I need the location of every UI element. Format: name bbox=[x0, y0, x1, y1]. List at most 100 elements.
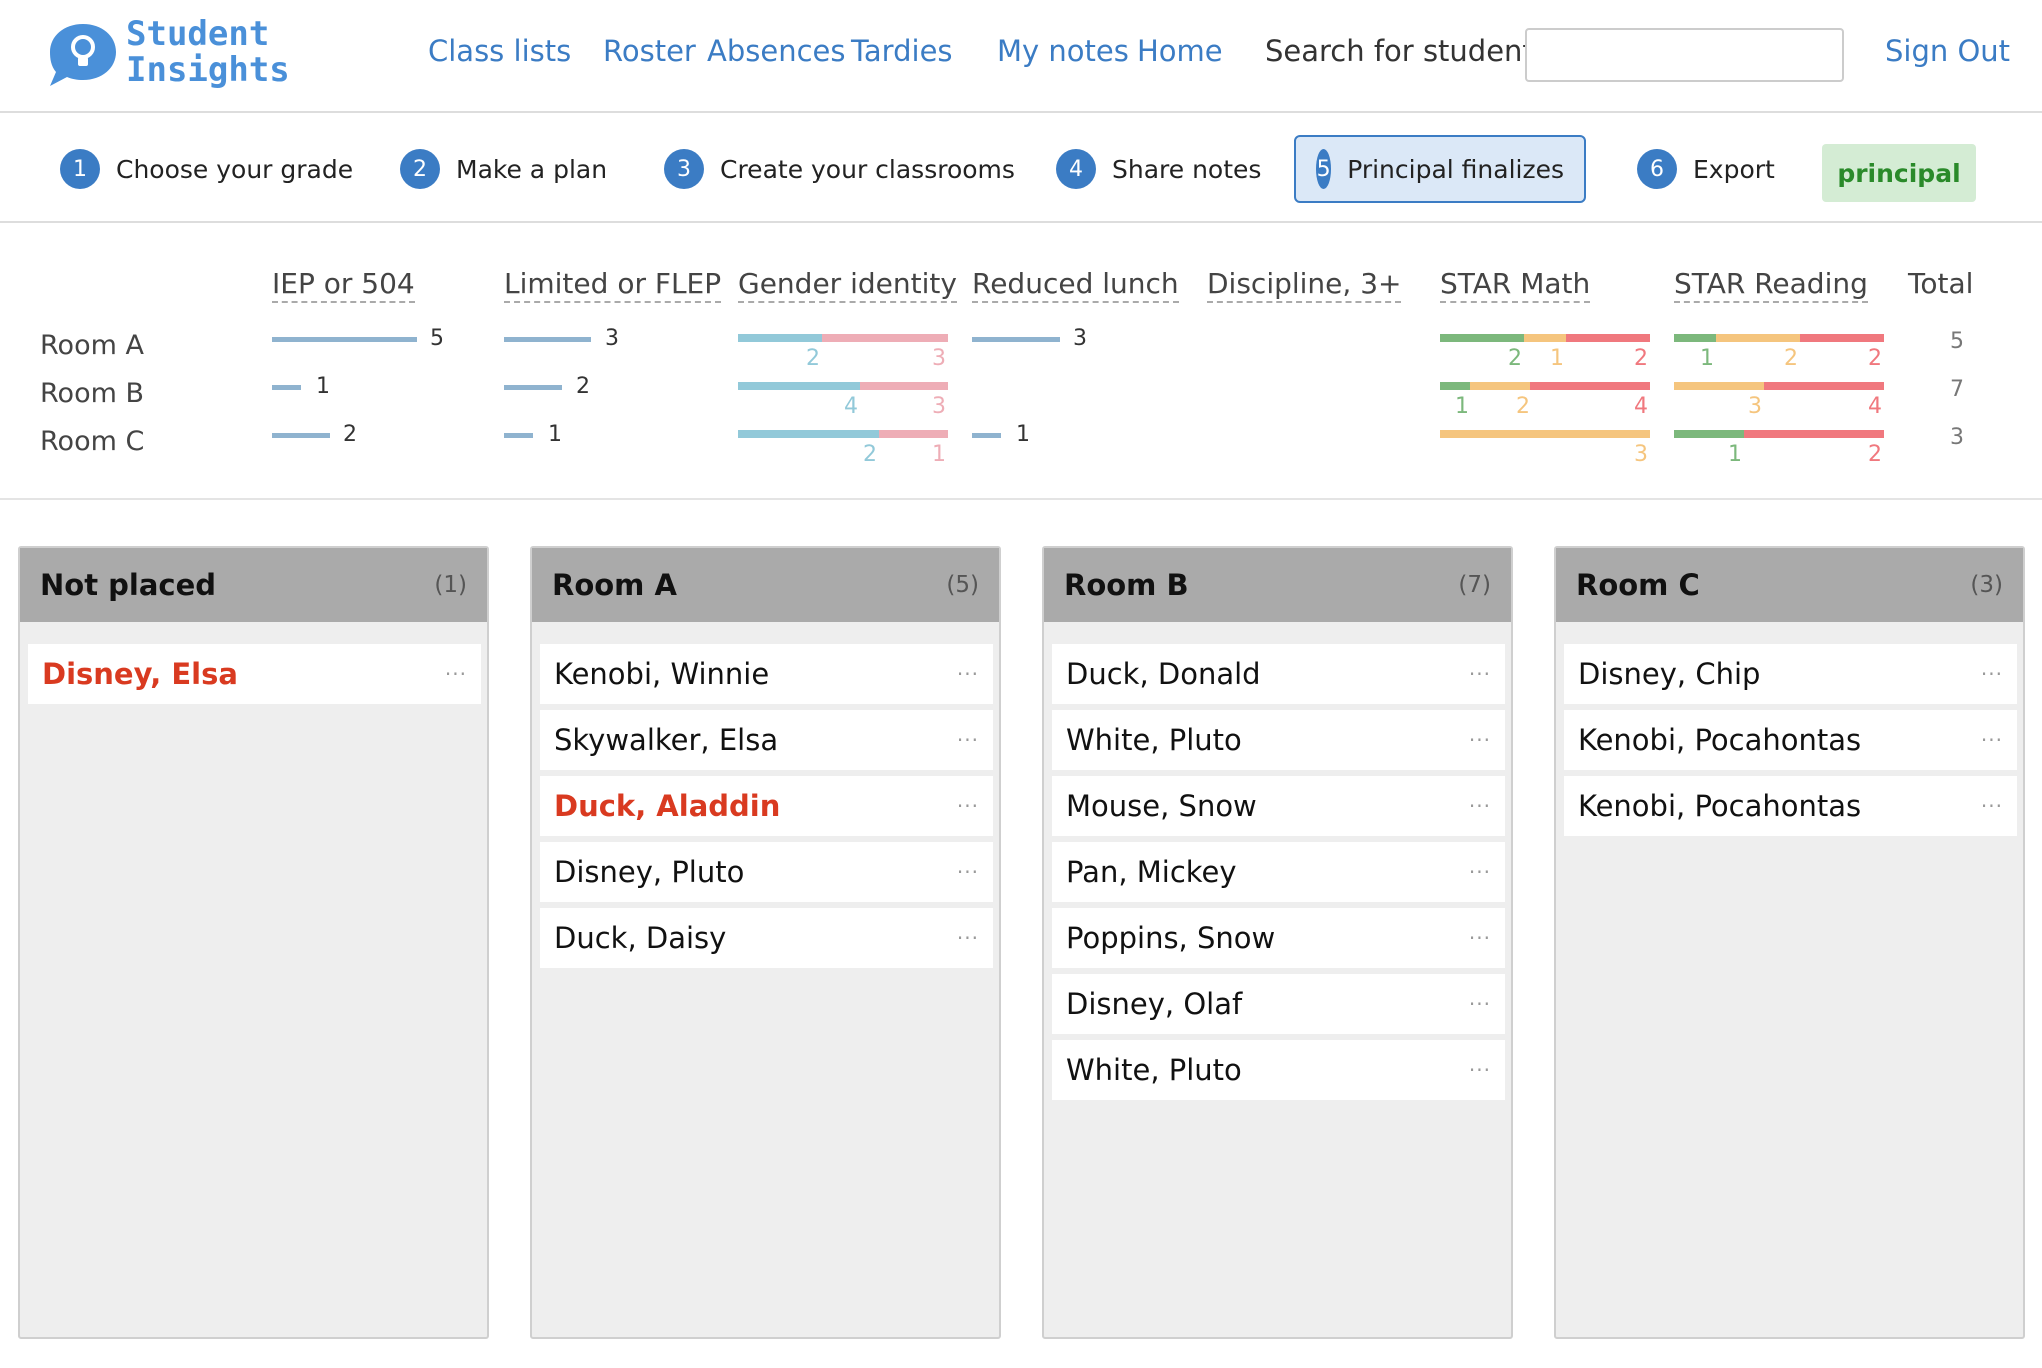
step-make-plan[interactable]: 2 Make a plan bbox=[392, 135, 615, 203]
more-options-icon[interactable]: ··· bbox=[1469, 1058, 1491, 1082]
more-options-icon[interactable]: ··· bbox=[957, 860, 979, 884]
header-flep[interactable]: Limited or FLEP bbox=[504, 267, 722, 303]
brand-line2: Insights bbox=[126, 50, 290, 90]
flep-bar bbox=[504, 385, 562, 390]
step-label: Export bbox=[1693, 154, 1775, 184]
column-not-placed[interactable]: Not placed (1) Disney, Elsa ··· bbox=[18, 546, 489, 1339]
flep-count: 3 bbox=[605, 326, 619, 351]
star-math-seg-low bbox=[1440, 334, 1524, 342]
more-options-icon[interactable]: ··· bbox=[445, 662, 467, 686]
step-share-notes[interactable]: 4 Share notes bbox=[1048, 135, 1269, 203]
column-header: Room A (5) bbox=[532, 548, 999, 622]
column-room-c[interactable]: Room C (3) Disney, Chip ··· Kenobi, Poca… bbox=[1554, 546, 2025, 1339]
gender-seg-b bbox=[822, 334, 948, 342]
header-gender[interactable]: Gender identity bbox=[738, 267, 957, 303]
column-header: Room C (3) bbox=[1556, 548, 2023, 622]
gender-count-a: 2 bbox=[863, 442, 877, 467]
gender-seg-b bbox=[860, 382, 948, 390]
student-card[interactable]: Disney, Olaf ··· bbox=[1052, 974, 1505, 1034]
column-room-a[interactable]: Room A (5) Kenobi, Winnie ··· Skywalker,… bbox=[530, 546, 1001, 1339]
step-create-classrooms[interactable]: 3 Create your classrooms bbox=[656, 135, 1023, 203]
more-options-icon[interactable]: ··· bbox=[1469, 728, 1491, 752]
student-card[interactable]: Disney, Chip ··· bbox=[1564, 644, 2017, 704]
more-options-icon[interactable]: ··· bbox=[1981, 662, 2003, 686]
more-options-icon[interactable]: ··· bbox=[957, 662, 979, 686]
more-options-icon[interactable]: ··· bbox=[957, 728, 979, 752]
student-search-input[interactable] bbox=[1525, 28, 1844, 82]
star-reading-count: 1 bbox=[1700, 346, 1714, 371]
step-number: 2 bbox=[400, 149, 440, 189]
header-lunch[interactable]: Reduced lunch bbox=[972, 267, 1179, 303]
more-options-icon[interactable]: ··· bbox=[1469, 926, 1491, 950]
student-card[interactable]: Disney, Elsa ··· bbox=[28, 644, 481, 704]
student-card[interactable]: Duck, Daisy ··· bbox=[540, 908, 993, 968]
student-card[interactable]: Duck, Aladdin ··· bbox=[540, 776, 993, 836]
nav-class-lists[interactable]: Class lists bbox=[428, 34, 571, 68]
header-iep[interactable]: IEP or 504 bbox=[272, 267, 415, 303]
total-count: 5 bbox=[1950, 329, 1964, 354]
nav-absences[interactable]: Absences bbox=[707, 34, 845, 68]
gender-count-a: 2 bbox=[806, 346, 820, 371]
nav-my-notes[interactable]: My notes bbox=[997, 34, 1129, 68]
star-math-count: 2 bbox=[1508, 346, 1522, 371]
step-export[interactable]: 6 Export bbox=[1629, 135, 1783, 203]
more-options-icon[interactable]: ··· bbox=[1981, 728, 2003, 752]
star-math-count: 3 bbox=[1634, 442, 1648, 467]
more-options-icon[interactable]: ··· bbox=[1469, 992, 1491, 1016]
sign-out-link[interactable]: Sign Out bbox=[1885, 34, 2010, 68]
step-principal-finalizes[interactable]: 5 Principal finalizes bbox=[1294, 135, 1586, 203]
star-reading-count: 1 bbox=[1728, 442, 1742, 467]
brand-logo[interactable]: Student Insights bbox=[44, 16, 304, 96]
student-card[interactable]: Kenobi, Pocahontas ··· bbox=[1564, 710, 2017, 770]
student-card[interactable]: Poppins, Snow ··· bbox=[1052, 908, 1505, 968]
step-label: Make a plan bbox=[456, 154, 608, 184]
more-options-icon[interactable]: ··· bbox=[1469, 662, 1491, 686]
lunch-bar bbox=[972, 337, 1060, 342]
student-card[interactable]: Duck, Donald ··· bbox=[1052, 644, 1505, 704]
more-options-icon[interactable]: ··· bbox=[1469, 794, 1491, 818]
more-options-icon[interactable]: ··· bbox=[957, 794, 979, 818]
nav-home[interactable]: Home bbox=[1137, 34, 1223, 68]
star-math-count: 2 bbox=[1516, 394, 1530, 419]
student-card[interactable]: Disney, Pluto ··· bbox=[540, 842, 993, 902]
gender-count-b: 3 bbox=[932, 346, 946, 371]
gender-seg-a bbox=[738, 334, 822, 342]
student-name: Disney, Pluto bbox=[554, 855, 745, 889]
more-options-icon[interactable]: ··· bbox=[957, 926, 979, 950]
student-card[interactable]: Skywalker, Elsa ··· bbox=[540, 710, 993, 770]
column-title: Room A bbox=[552, 568, 677, 602]
student-name: Disney, Elsa bbox=[42, 657, 238, 691]
student-name: Kenobi, Pocahontas bbox=[1578, 723, 1862, 757]
student-card[interactable]: Pan, Mickey ··· bbox=[1052, 842, 1505, 902]
student-card[interactable]: Kenobi, Pocahontas ··· bbox=[1564, 776, 2017, 836]
column-room-b[interactable]: Room B (7) Duck, Donald ··· White, Pluto… bbox=[1042, 546, 1513, 1339]
star-math-count: 1 bbox=[1550, 346, 1564, 371]
star-reading-seg-high bbox=[1800, 334, 1884, 342]
row-label-room-c: Room C bbox=[40, 426, 145, 457]
nav-tardies[interactable]: Tardies bbox=[851, 34, 953, 68]
more-options-icon[interactable]: ··· bbox=[1469, 860, 1491, 884]
classroom-summary: IEP or 504 Limited or FLEP Gender identi… bbox=[0, 225, 2042, 500]
header-star-reading[interactable]: STAR Reading bbox=[1674, 267, 1868, 303]
star-reading-count: 2 bbox=[1868, 442, 1882, 467]
student-name: White, Pluto bbox=[1066, 1053, 1242, 1087]
more-options-icon[interactable]: ··· bbox=[1981, 794, 2003, 818]
star-math-seg-high bbox=[1566, 334, 1650, 342]
flep-count: 2 bbox=[576, 374, 590, 399]
header-discipline[interactable]: Discipline, 3+ bbox=[1207, 267, 1402, 303]
student-name: White, Pluto bbox=[1066, 723, 1242, 757]
flep-bar bbox=[504, 337, 591, 342]
student-name: Duck, Aladdin bbox=[554, 789, 781, 823]
column-title: Room C bbox=[1576, 568, 1700, 602]
gender-seg-a bbox=[738, 382, 860, 390]
star-reading-count: 2 bbox=[1868, 346, 1882, 371]
step-label: Principal finalizes bbox=[1347, 154, 1564, 184]
step-choose-grade[interactable]: 1 Choose your grade bbox=[52, 135, 361, 203]
student-card[interactable]: Kenobi, Winnie ··· bbox=[540, 644, 993, 704]
student-card[interactable]: Mouse, Snow ··· bbox=[1052, 776, 1505, 836]
student-card[interactable]: White, Pluto ··· bbox=[1052, 1040, 1505, 1100]
header-star-math[interactable]: STAR Math bbox=[1440, 267, 1591, 303]
student-card[interactable]: White, Pluto ··· bbox=[1052, 710, 1505, 770]
nav-roster[interactable]: Roster bbox=[603, 34, 696, 68]
star-reading-seg-high bbox=[1744, 430, 1884, 438]
